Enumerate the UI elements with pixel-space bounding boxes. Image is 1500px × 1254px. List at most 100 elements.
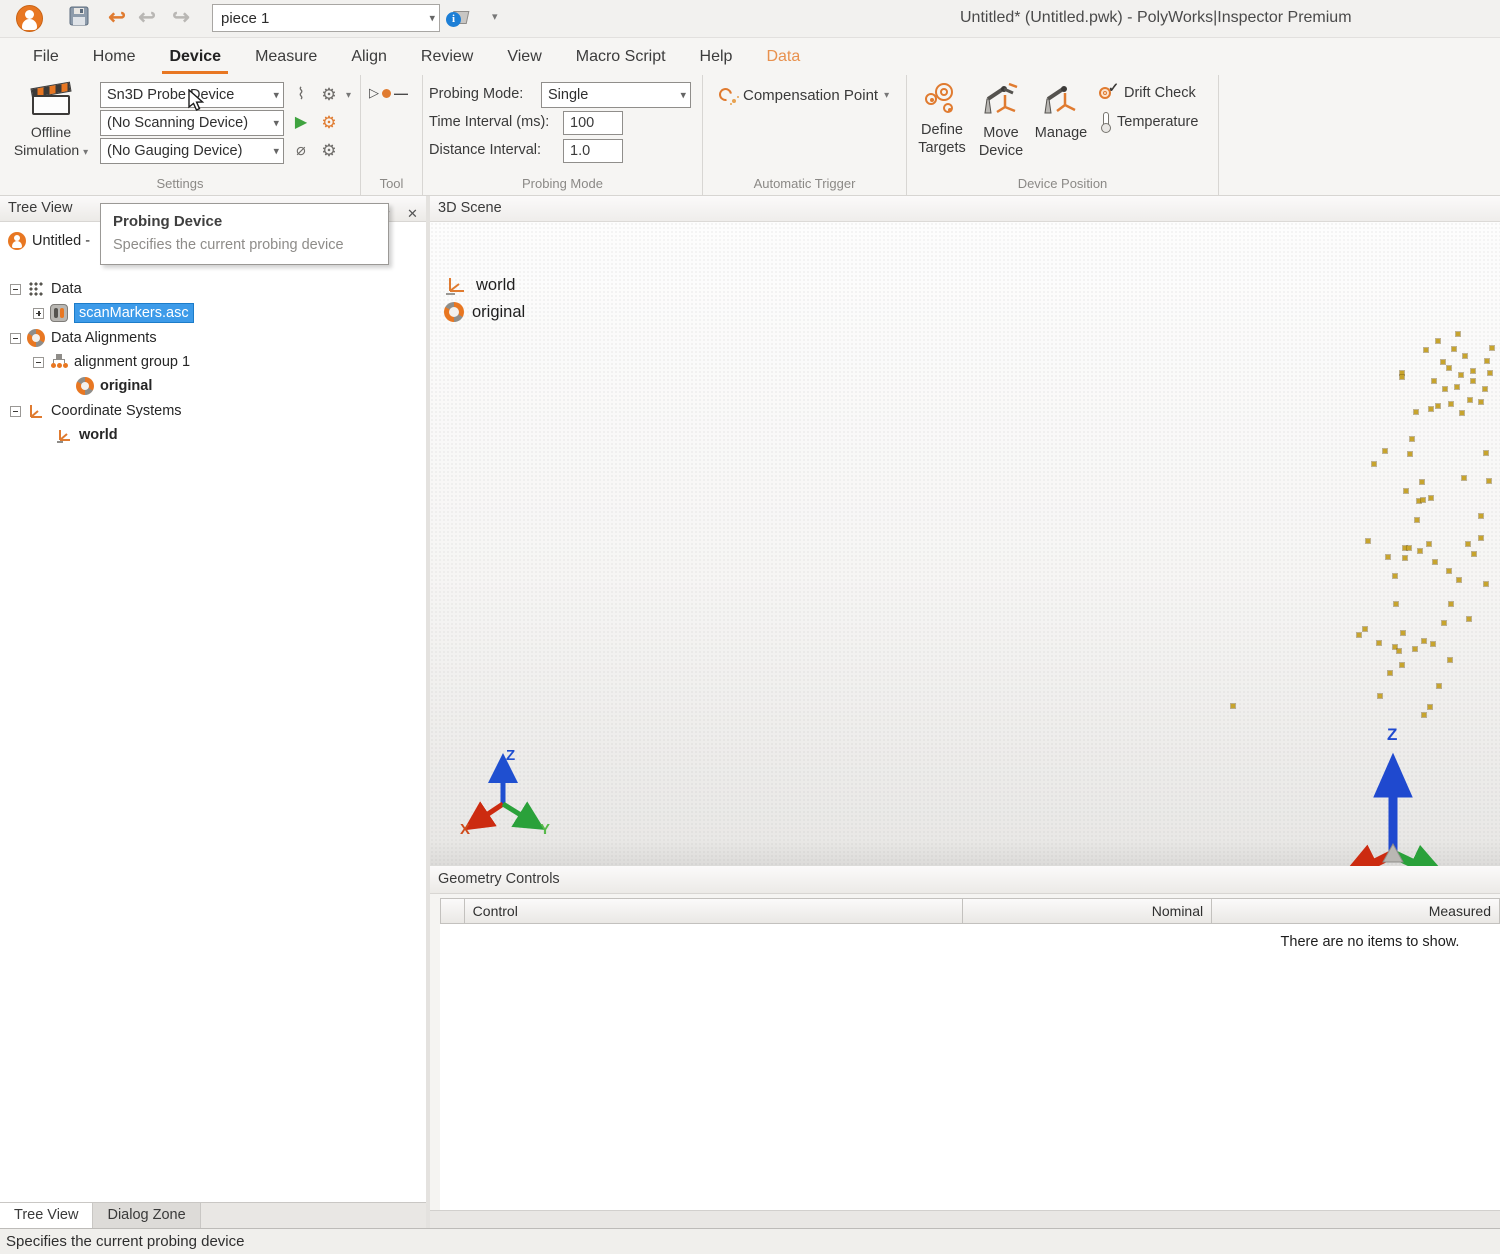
- measured-point: [1400, 375, 1404, 379]
- tree-item-untitled[interactable]: Untitled -: [8, 230, 90, 252]
- measured-point: [1447, 569, 1451, 573]
- tab-file[interactable]: File: [16, 38, 76, 75]
- drift-check-button[interactable]: ✓ Drift Check: [1099, 84, 1196, 102]
- tab-tree-view[interactable]: Tree View: [0, 1202, 93, 1228]
- chevron-down-icon: ▾: [273, 89, 279, 102]
- mouse-cursor-icon: [186, 89, 208, 113]
- measured-point: [1403, 556, 1407, 560]
- save-icon[interactable]: [66, 5, 92, 31]
- tooltip-probing-device: Probing Device Specifies the current pro…: [100, 203, 389, 265]
- scanner-start-icon[interactable]: ▶: [288, 111, 314, 136]
- geometry-controls-table: Control Nominal Measured There are no it…: [440, 898, 1500, 1210]
- tool-probe-icon[interactable]: ▷ —: [369, 85, 408, 101]
- undo-all-icon[interactable]: ↩: [134, 5, 160, 31]
- status-text: Specifies the current probing device: [6, 1233, 244, 1250]
- measured-point: [1363, 627, 1367, 631]
- define-targets-button[interactable]: Define Targets: [913, 81, 971, 157]
- scanning-device-combo[interactable]: (No Scanning Device) ▾: [100, 110, 284, 136]
- tree-item-alignment-group-1[interactable]: alignment group 1: [33, 351, 190, 373]
- column-selector[interactable]: [441, 899, 465, 923]
- time-interval-input[interactable]: 100: [563, 111, 623, 135]
- tab-help[interactable]: Help: [683, 38, 750, 75]
- group-label-device-position: Device Position: [907, 176, 1218, 191]
- measured-point: [1479, 400, 1483, 404]
- measured-point: [1429, 496, 1433, 500]
- expand-icon[interactable]: [33, 308, 44, 319]
- title-bar: ↩ ↩ ↪ piece 1 ▾ i ▾ Untitled* (Untitled.…: [0, 0, 1500, 38]
- distance-interval-input[interactable]: 1.0: [563, 139, 623, 163]
- column-measured[interactable]: Measured: [1212, 899, 1499, 923]
- empty-table-message: There are no items to show.: [1281, 934, 1460, 950]
- probe-calibration-icon[interactable]: ⌇: [288, 83, 314, 108]
- tree-item-data-alignments[interactable]: Data Alignments: [10, 327, 157, 349]
- gauge-settings-icon[interactable]: ⌀: [288, 139, 314, 164]
- tree-item-original[interactable]: original: [76, 375, 152, 397]
- measured-point: [1422, 639, 1426, 643]
- move-device-button[interactable]: Move Device: [973, 81, 1029, 160]
- measured-point: [1479, 514, 1483, 518]
- object-info-icon[interactable]: i: [446, 6, 472, 32]
- column-control[interactable]: Control: [465, 899, 964, 923]
- probing-mode-combo[interactable]: Single ▾: [541, 82, 691, 108]
- measured-point: [1443, 387, 1447, 391]
- group-label-probing-mode: Probing Mode: [423, 176, 702, 191]
- orientation-triad-icon[interactable]: Z X Y: [450, 734, 560, 844]
- tab-device[interactable]: Device: [152, 38, 238, 75]
- tab-measure[interactable]: Measure: [238, 38, 334, 75]
- column-nominal[interactable]: Nominal: [963, 899, 1212, 923]
- measured-point: [1421, 498, 1425, 502]
- tree-item-scanmarkers[interactable]: scanMarkers.asc: [33, 302, 194, 324]
- temperature-button[interactable]: Temperature: [1100, 112, 1198, 132]
- measured-point: [1436, 339, 1440, 343]
- chevron-down-icon: ▾: [273, 145, 279, 158]
- chevron-down-icon[interactable]: ▾: [429, 12, 435, 25]
- tab-dialog-zone[interactable]: Dialog Zone: [93, 1203, 200, 1228]
- tab-review[interactable]: Review: [404, 38, 490, 75]
- redo-icon[interactable]: ↪: [168, 5, 194, 31]
- measured-point: [1484, 582, 1488, 586]
- collapse-icon[interactable]: [10, 284, 21, 295]
- measured-point: [1437, 684, 1441, 688]
- tab-macro-script[interactable]: Macro Script: [559, 38, 683, 75]
- measured-point: [1449, 402, 1453, 406]
- measured-point: [1484, 451, 1488, 455]
- tab-align[interactable]: Align: [334, 38, 404, 75]
- collapse-icon[interactable]: [10, 406, 21, 417]
- tab-home[interactable]: Home: [76, 38, 153, 75]
- undo-icon[interactable]: ↩: [104, 5, 130, 31]
- tab-view[interactable]: View: [490, 38, 558, 75]
- compensation-point-icon: [717, 85, 737, 105]
- gauge-properties-gear-icon[interactable]: ⚙: [316, 139, 342, 164]
- tree-item-data[interactable]: Data: [10, 278, 82, 300]
- tree-item-coordinate-systems[interactable]: Coordinate Systems: [10, 400, 182, 422]
- scene-title: 3D Scene: [438, 200, 502, 216]
- chevron-down-icon[interactable]: ▾: [346, 90, 351, 101]
- probe-properties-gear-icon[interactable]: ⚙: [316, 83, 342, 108]
- gauging-device-combo[interactable]: (No Gauging Device) ▾: [100, 138, 284, 164]
- quick-access-more-icon[interactable]: ▾: [492, 10, 498, 23]
- measured-point: [1429, 407, 1433, 411]
- measured-point: [1366, 539, 1370, 543]
- distance-interval-label: Distance Interval:: [429, 142, 541, 158]
- compensation-point-button[interactable]: Compensation Point ▾: [717, 85, 889, 105]
- measured-point: [1472, 552, 1476, 556]
- manage-button[interactable]: Manage: [1031, 81, 1091, 142]
- floppy-icon: [68, 5, 90, 27]
- measured-point: [1449, 602, 1453, 606]
- window-title: Untitled* (Untitled.pwk) - PolyWorks|Ins…: [960, 9, 1352, 27]
- piece-selector[interactable]: piece 1 ▾: [212, 4, 440, 32]
- targets-icon: [923, 81, 961, 117]
- collapse-icon[interactable]: [33, 357, 44, 368]
- scene-3d[interactable]: world original Z X Y: [430, 222, 1500, 866]
- tab-data[interactable]: Data: [749, 38, 817, 75]
- offline-simulation-button[interactable]: Offline Simulation ▾: [6, 81, 96, 169]
- measured-point: [1468, 398, 1472, 402]
- collapse-icon[interactable]: [10, 333, 21, 344]
- tree-item-world[interactable]: world: [55, 424, 118, 446]
- measured-point: [1459, 373, 1463, 377]
- scanner-properties-gear-icon[interactable]: ⚙: [316, 111, 342, 136]
- axis-y-label: Y: [540, 821, 550, 838]
- tree-body: Untitled - Data scanMarkers.asc Data Ali…: [0, 222, 426, 1202]
- polyworks-logo-icon[interactable]: [16, 5, 43, 32]
- measured-point: [1422, 713, 1426, 717]
